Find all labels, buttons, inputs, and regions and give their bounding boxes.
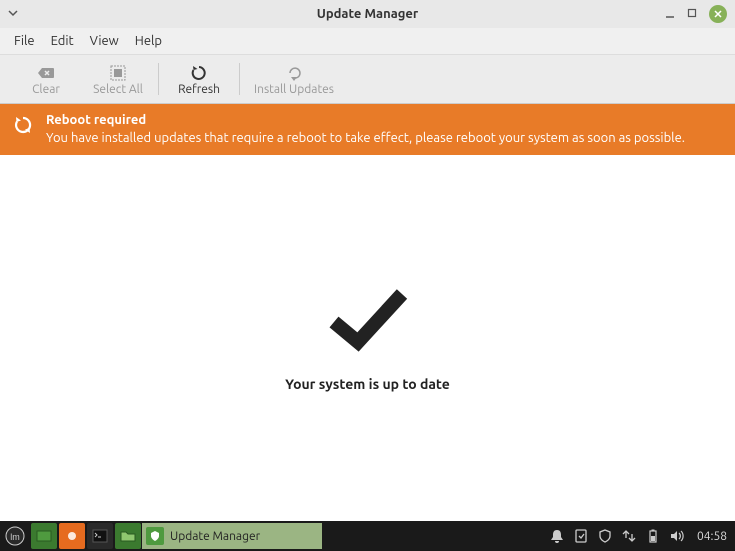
window-title: Update Manager <box>0 7 735 21</box>
install-label: Install Updates <box>254 83 334 96</box>
task-shield-icon <box>146 527 164 545</box>
menu-file[interactable]: File <box>6 31 43 51</box>
close-button[interactable] <box>709 5 727 23</box>
launcher-files[interactable] <box>115 523 141 549</box>
install-icon <box>286 63 302 83</box>
select-all-label: Select All <box>93 83 143 96</box>
toolbar-separator-2 <box>239 63 240 95</box>
toolbar-separator <box>158 63 159 95</box>
launcher-show-desktop[interactable] <box>31 523 57 549</box>
clear-button[interactable]: Clear <box>10 56 82 102</box>
window-menu-chevron-icon[interactable] <box>8 8 18 21</box>
tray-network-icon[interactable] <box>617 521 641 551</box>
install-updates-button[interactable]: Install Updates <box>244 56 344 102</box>
tray-updates-icon[interactable] <box>569 521 593 551</box>
taskbar: lm Update Manager <box>0 521 735 551</box>
clear-label: Clear <box>32 83 60 96</box>
toolbar: Clear Select All Refresh Install Updates <box>0 54 735 104</box>
tray-notifications-icon[interactable] <box>545 521 569 551</box>
refresh-label: Refresh <box>178 83 220 96</box>
banner-message: You have installed updates that require … <box>46 130 685 148</box>
select-all-icon <box>110 63 126 83</box>
task-label: Update Manager <box>170 530 260 543</box>
refresh-icon <box>190 63 208 83</box>
tray-volume-icon[interactable] <box>665 521 689 551</box>
start-menu-button[interactable]: lm <box>0 521 30 551</box>
menu-help[interactable]: Help <box>127 31 170 51</box>
banner-title: Reboot required <box>46 112 685 130</box>
minimize-button[interactable] <box>665 6 675 22</box>
main-content: Your system is up to date <box>0 155 735 521</box>
titlebar: Update Manager <box>0 0 735 28</box>
launcher-firefox[interactable] <box>59 523 85 549</box>
refresh-button[interactable]: Refresh <box>163 56 235 102</box>
clear-icon <box>37 63 55 83</box>
window-controls <box>665 5 727 23</box>
reboot-banner: Reboot required You have installed updat… <box>0 104 735 155</box>
menu-view[interactable]: View <box>82 31 127 51</box>
update-manager-window: Update Manager File Edit View Help Clear <box>0 0 735 521</box>
maximize-button[interactable] <box>687 8 697 21</box>
tray-clock[interactable]: 04:58 <box>689 530 735 543</box>
menubar: File Edit View Help <box>0 28 735 54</box>
banner-text: Reboot required You have installed updat… <box>46 112 685 147</box>
taskbar-task-update-manager[interactable]: Update Manager <box>142 523 322 549</box>
system-tray: 04:58 <box>545 521 735 551</box>
tray-shield-icon[interactable] <box>593 521 617 551</box>
reboot-icon <box>12 114 34 140</box>
checkmark-icon <box>324 284 412 358</box>
tray-battery-icon[interactable] <box>641 521 665 551</box>
menu-edit[interactable]: Edit <box>43 31 82 51</box>
svg-text:lm: lm <box>10 532 20 542</box>
launcher-terminal[interactable] <box>87 523 113 549</box>
select-all-button[interactable]: Select All <box>82 56 154 102</box>
status-message: Your system is up to date <box>285 376 450 392</box>
